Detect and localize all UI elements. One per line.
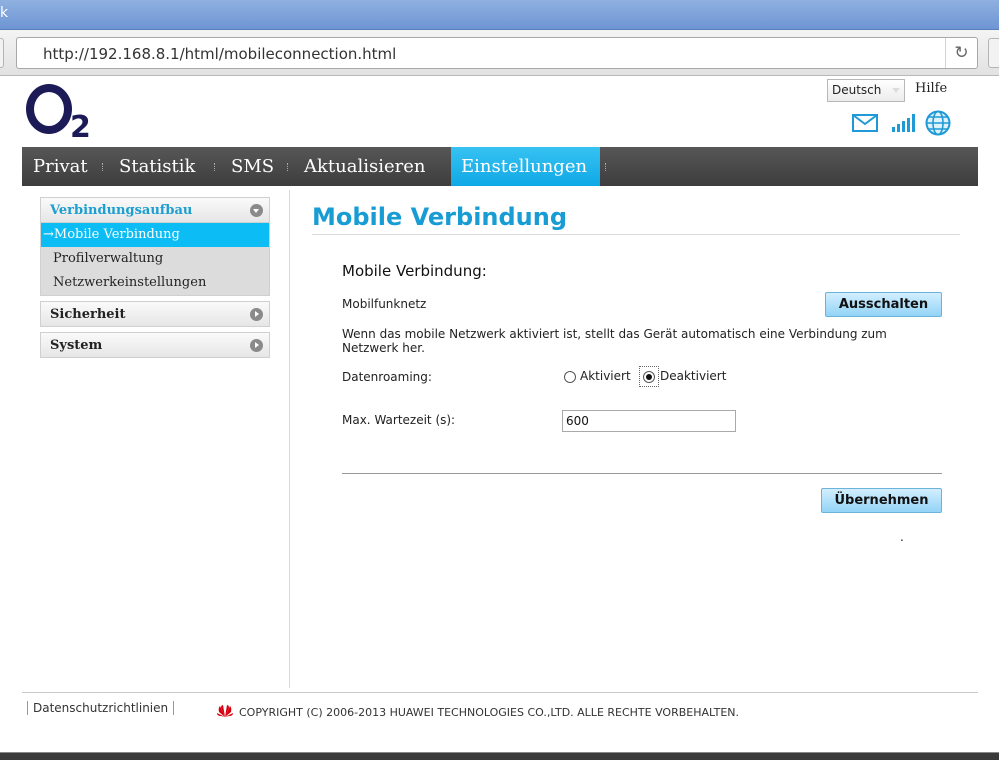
mobile-network-label: Mobilfunknetz bbox=[342, 297, 427, 311]
trailing-dot: . bbox=[900, 530, 904, 544]
language-selected: Deutsch bbox=[832, 83, 882, 97]
sidebar-group-verbindungsaufbau[interactable]: Verbindungsaufbau bbox=[40, 197, 270, 223]
window-title: k bbox=[0, 5, 9, 21]
reload-button[interactable]: ↻ bbox=[945, 38, 977, 68]
privacy-policy-link[interactable]: Datenschutzrichtlinien bbox=[27, 701, 175, 715]
sidebar-item-mobile-verbindung[interactable]: →Mobile Verbindung bbox=[41, 223, 269, 247]
sidebar-group-sicherheit[interactable]: Sicherheit bbox=[40, 301, 270, 327]
expand-icon[interactable] bbox=[250, 339, 263, 352]
sidebar-group-label: Sicherheit bbox=[50, 307, 126, 322]
chevron-down-icon bbox=[892, 88, 900, 93]
nav-item-privat[interactable]: Privat bbox=[23, 147, 98, 186]
roaming-label: Datenroaming: bbox=[342, 370, 432, 384]
roaming-enabled-label[interactable]: Aktiviert bbox=[580, 369, 631, 383]
sidebar: Verbindungsaufbau →Mobile Verbindung Pro… bbox=[40, 197, 270, 358]
nav-separator bbox=[287, 163, 288, 171]
nav-item-aktualisieren[interactable]: Aktualisieren bbox=[294, 147, 435, 186]
main-nav: Privat Statistik SMS Aktualisieren Einst… bbox=[22, 147, 978, 186]
disable-mobile-network-button[interactable]: Ausschalten bbox=[825, 292, 942, 317]
collapse-icon[interactable] bbox=[250, 204, 263, 217]
mail-icon[interactable] bbox=[852, 114, 878, 132]
window-titlebar: k bbox=[0, 0, 999, 30]
page-title: Mobile Verbindung bbox=[312, 203, 568, 231]
roaming-disabled-radio[interactable] bbox=[643, 371, 655, 383]
window-bottom-edge bbox=[0, 752, 999, 760]
globe-icon bbox=[925, 110, 951, 136]
sidebar-item-netzwerkeinstellungen[interactable]: Netzwerkeinstellungen bbox=[41, 271, 269, 295]
language-select[interactable]: Deutsch bbox=[827, 79, 905, 102]
expand-icon[interactable] bbox=[250, 308, 263, 321]
sidebar-group-system[interactable]: System bbox=[40, 332, 270, 358]
title-divider bbox=[312, 234, 960, 235]
sidebar-group-label: Verbindungsaufbau bbox=[50, 203, 193, 218]
max-wait-input[interactable] bbox=[562, 410, 736, 432]
sidebar-submenu: →Mobile Verbindung Profilverwaltung Netz… bbox=[40, 223, 270, 296]
browser-menu-button[interactable] bbox=[988, 38, 999, 68]
help-link[interactable]: Hilfe bbox=[915, 81, 947, 96]
mobile-network-description: Wenn das mobile Netzwerk aktiviert ist, … bbox=[342, 327, 887, 355]
nav-separator bbox=[214, 163, 215, 171]
nav-item-einstellungen[interactable]: Einstellungen bbox=[451, 147, 600, 186]
signal-strength-icon bbox=[892, 114, 915, 132]
content-divider bbox=[289, 190, 290, 688]
copyright-text: COPYRIGHT (C) 2006-2013 HUAWEI TECHNOLOG… bbox=[239, 706, 740, 719]
sidebar-item-profilverwaltung[interactable]: Profilverwaltung bbox=[41, 247, 269, 271]
back-button[interactable] bbox=[0, 38, 4, 68]
max-wait-label: Max. Wartezeit (s): bbox=[342, 413, 456, 427]
address-bar[interactable]: ↻ bbox=[16, 37, 978, 69]
footer-divider bbox=[22, 692, 978, 693]
content-divider-line bbox=[342, 473, 942, 474]
url-input[interactable] bbox=[43, 43, 923, 65]
huawei-logo-icon bbox=[217, 705, 233, 717]
nav-separator bbox=[605, 163, 606, 171]
reload-icon: ↻ bbox=[954, 43, 969, 63]
sidebar-group-label: System bbox=[50, 338, 103, 353]
o2-logo[interactable]: 2 bbox=[24, 80, 94, 145]
section-title: Mobile Verbindung: bbox=[342, 262, 487, 280]
roaming-enabled-radio[interactable] bbox=[564, 371, 576, 383]
nav-item-sms[interactable]: SMS bbox=[221, 147, 284, 186]
browser-toolbar: ↻ bbox=[0, 30, 999, 76]
o2-logo-letter bbox=[26, 84, 72, 134]
nav-separator bbox=[102, 163, 103, 171]
roaming-disabled-label[interactable]: Deaktiviert bbox=[660, 369, 726, 383]
apply-button[interactable]: Übernehmen bbox=[821, 488, 942, 513]
o2-logo-subscript: 2 bbox=[70, 110, 91, 145]
nav-item-statistik[interactable]: Statistik bbox=[109, 147, 205, 186]
